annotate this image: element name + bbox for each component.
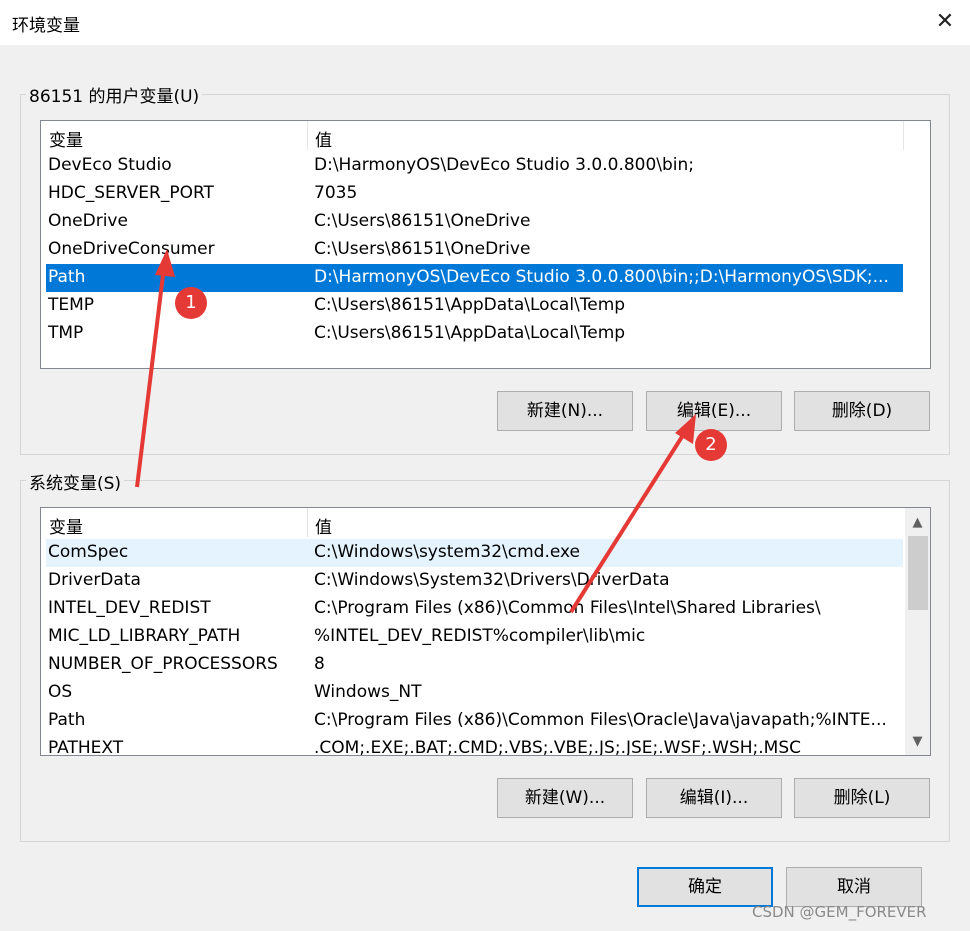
table-row[interactable]: ComSpec C:\Windows\system32\cmd.exe	[46, 539, 903, 567]
variable-value: %INTEL_DEV_REDIST%compiler\lib\mic	[314, 626, 646, 646]
variable-value: D:\HarmonyOS\DevEco Studio 3.0.0.800\bin…	[314, 267, 889, 287]
table-row[interactable]: TMP C:\Users\86151\AppData\Local\Temp	[46, 320, 903, 348]
variable-name: Path	[48, 267, 86, 287]
table-row[interactable]: Path C:\Program Files (x86)\Common Files\…	[46, 707, 903, 735]
system-new-button[interactable]: 新建(W)...	[497, 778, 633, 818]
system-vars-list[interactable]: 变量 值 ComSpec C:\Windows\system32\cmd.exe D…	[40, 507, 931, 756]
variable-name: INTEL_DEV_REDIST	[48, 598, 211, 618]
table-row[interactable]: DriverData C:\Windows\System32\Drivers\Dr…	[46, 567, 903, 595]
user-vars-list[interactable]: 变量 值 DevEco Studio D:\HarmonyOS\DevEco St…	[40, 120, 931, 369]
variable-value: C:\Program Files (x86)\Common Files\Orac…	[314, 710, 887, 730]
cancel-button[interactable]: 取消	[786, 867, 922, 907]
scroll-thumb[interactable]	[908, 536, 928, 610]
user-vars-group-label: 86151 的用户变量(U)	[26, 82, 203, 107]
variable-name: MIC_LD_LIBRARY_PATH	[48, 626, 241, 646]
window-title: 环境变量	[12, 16, 80, 36]
annotation-badge-1: 1	[175, 287, 207, 319]
variable-value: C:\Windows\system32\cmd.exe	[314, 542, 581, 562]
table-row[interactable]: PATHEXT .COM;.EXE;.BAT;.CMD;.VBS;.VBE;.JS…	[46, 735, 903, 756]
scroll-up-icon[interactable]: ▲	[905, 511, 930, 535]
variable-name: ComSpec	[48, 542, 129, 562]
system-vars-scrollbar[interactable]: ▲ ▼	[905, 508, 930, 755]
variable-value: 7035	[314, 183, 358, 203]
variable-value: C:\Windows\System32\Drivers\DriverData	[314, 570, 670, 590]
variable-name: OneDriveConsumer	[48, 239, 215, 259]
table-row[interactable]: MIC_LD_LIBRARY_PATH %INTEL_DEV_REDIST%com…	[46, 623, 903, 651]
table-row[interactable]: HDC_SERVER_PORT 7035	[46, 180, 903, 208]
variable-name: TMP	[48, 323, 84, 343]
variable-name: HDC_SERVER_PORT	[48, 183, 214, 203]
table-row[interactable]: NUMBER_OF_PROCESSORS 8	[46, 651, 903, 679]
table-row[interactable]: OS Windows_NT	[46, 679, 903, 707]
user-vars-header: 变量 值	[41, 121, 930, 151]
variable-value: C:\Users\86151\AppData\Local\Temp	[314, 323, 626, 343]
variable-name: NUMBER_OF_PROCESSORS	[48, 654, 278, 674]
table-row[interactable]: Path D:\HarmonyOS\DevEco Studio 3.0.0.800…	[46, 264, 903, 292]
column-header-variable[interactable]: 变量	[49, 513, 83, 538]
table-row[interactable]: OneDriveConsumer C:\Users\86151\OneDrive	[46, 236, 903, 264]
variable-value: Windows_NT	[314, 682, 422, 702]
variable-value: C:\Program Files (x86)\Common Files\Inte…	[314, 598, 821, 618]
variable-name: DriverData	[48, 570, 141, 590]
annotation-badge-2: 2	[695, 429, 727, 461]
ok-button[interactable]: 确定	[637, 867, 773, 907]
system-vars-header: 变量 值	[41, 508, 930, 538]
system-delete-button[interactable]: 删除(L)	[794, 778, 930, 818]
close-icon[interactable]: ✕	[930, 6, 960, 38]
user-edit-button[interactable]: 编辑(E)...	[646, 391, 782, 431]
table-row[interactable]: OneDrive C:\Users\86151\OneDrive	[46, 208, 903, 236]
table-row[interactable]: DevEco Studio D:\HarmonyOS\DevEco Studio …	[46, 152, 903, 180]
system-vars-group-label: 系统变量(S)	[26, 469, 125, 494]
variable-value: 8	[314, 654, 325, 674]
variable-value: C:\Users\86151\OneDrive	[314, 239, 531, 259]
column-header-value[interactable]: 值	[315, 126, 332, 151]
variable-name: TEMP	[48, 295, 95, 315]
variable-name: OneDrive	[48, 211, 128, 231]
column-header-value[interactable]: 值	[315, 513, 332, 538]
scroll-down-icon[interactable]: ▼	[905, 730, 930, 754]
variable-name: DevEco Studio	[48, 155, 172, 175]
variable-value: .COM;.EXE;.BAT;.CMD;.VBS;.VBE;.JS;.JSE;.…	[314, 738, 802, 756]
variable-name: Path	[48, 710, 86, 730]
user-new-button[interactable]: 新建(N)...	[497, 391, 633, 431]
variable-value: C:\Users\86151\AppData\Local\Temp	[314, 295, 626, 315]
system-edit-button[interactable]: 编辑(I)...	[646, 778, 782, 818]
variable-value: C:\Users\86151\OneDrive	[314, 211, 531, 231]
watermark: CSDN @GEM_FOREVER	[752, 903, 927, 921]
column-header-variable[interactable]: 变量	[49, 126, 83, 151]
title-bar: 环境变量 ✕	[0, 0, 970, 45]
variable-name: PATHEXT	[48, 738, 124, 756]
variable-name: OS	[48, 682, 73, 702]
user-delete-button[interactable]: 删除(D)	[794, 391, 930, 431]
variable-value: D:\HarmonyOS\DevEco Studio 3.0.0.800\bin…	[314, 155, 695, 175]
table-row[interactable]: INTEL_DEV_REDIST C:\Program Files (x86)\C…	[46, 595, 903, 623]
